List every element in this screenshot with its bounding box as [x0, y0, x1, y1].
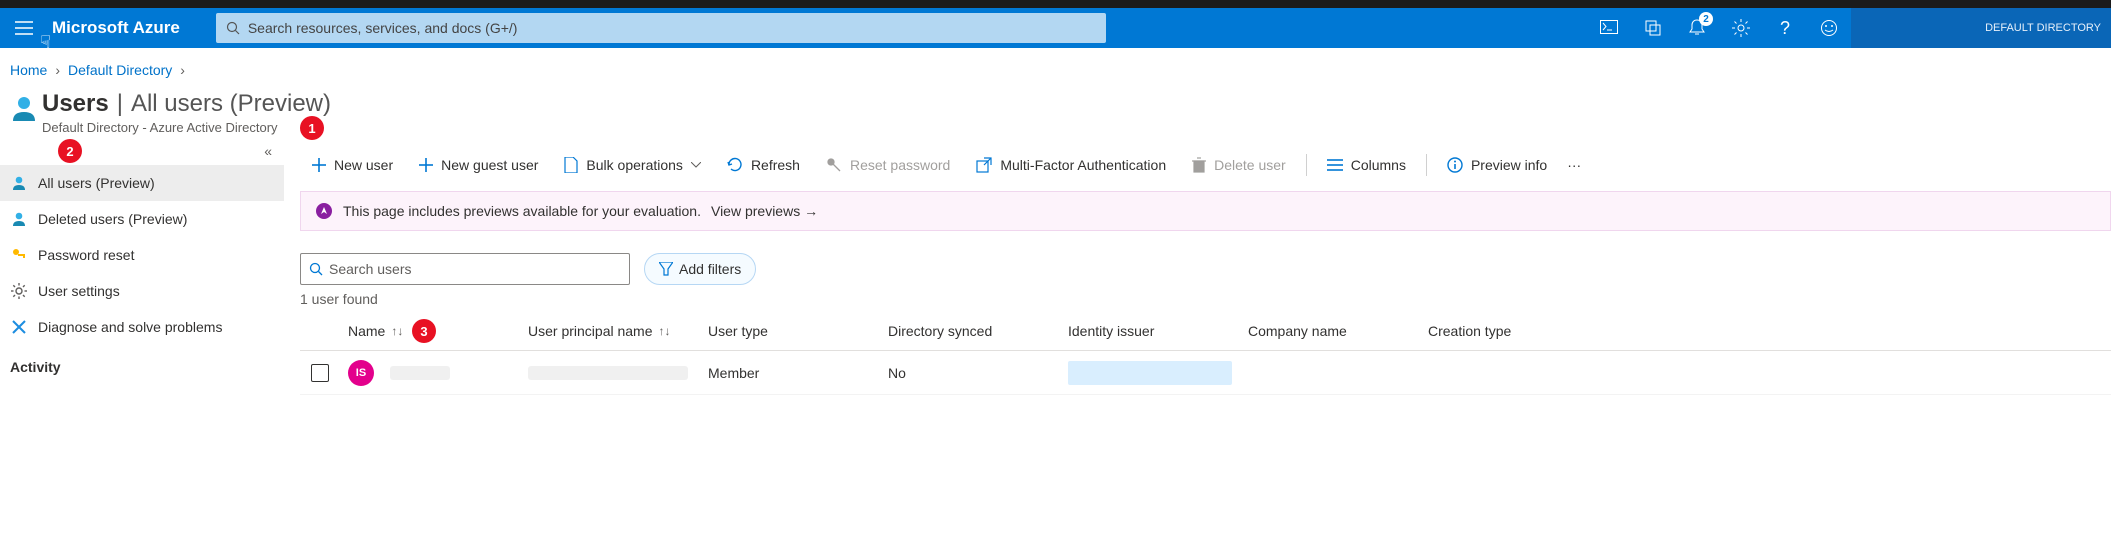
row-checkbox[interactable] [311, 364, 329, 382]
page-title-sep: | [117, 90, 123, 118]
rocket-icon [315, 202, 333, 220]
columns-icon [1327, 159, 1343, 171]
separator [1306, 154, 1307, 176]
new-user-button[interactable]: New user [300, 147, 405, 183]
sidebar-item-user-settings[interactable]: User settings [0, 273, 284, 309]
table-row[interactable]: IS Member No [300, 351, 2111, 395]
preview-banner: This page includes previews available fo… [300, 191, 2111, 231]
redacted-issuer [1068, 361, 1232, 385]
column-creation-type[interactable]: Creation type [1420, 323, 1580, 339]
chevron-right-icon: › [180, 62, 185, 78]
page-subtitle: Default Directory - Azure Active Directo… [42, 120, 331, 135]
feedback-icon[interactable] [1807, 8, 1851, 48]
sidebar-item-label: Password reset [38, 247, 134, 263]
mfa-button[interactable]: Multi-Factor Authentication [964, 147, 1178, 183]
cloud-shell-icon[interactable] [1587, 8, 1631, 48]
result-count: 1 user found [300, 291, 2111, 307]
collapse-sidebar[interactable]: « [264, 143, 272, 159]
hamburger-menu[interactable] [0, 8, 48, 48]
reset-password-button: Reset password [814, 147, 962, 183]
users-blade-icon [6, 90, 42, 122]
column-company-name[interactable]: Company name [1240, 323, 1420, 339]
notification-badge: 2 [1699, 12, 1713, 26]
view-previews-link[interactable]: View previews → [711, 203, 818, 219]
breadcrumb-directory[interactable]: Default Directory [68, 62, 172, 78]
add-filters-button[interactable]: Add filters [644, 253, 756, 285]
users-search-input[interactable] [329, 261, 621, 277]
column-user-type[interactable]: User type [700, 323, 880, 339]
directory-name: DEFAULT DIRECTORY [1985, 22, 2101, 34]
filter-icon [659, 262, 673, 276]
person-icon [10, 175, 28, 191]
account-control[interactable]: DEFAULT DIRECTORY [1851, 8, 2111, 48]
sort-icon: ↑↓ [659, 324, 671, 338]
callout-3: 3 [412, 319, 436, 343]
plus-icon [419, 158, 433, 172]
sidebar-item-password-reset[interactable]: Password reset [0, 237, 284, 273]
breadcrumb-home[interactable]: Home [10, 62, 47, 78]
trash-icon [1192, 157, 1206, 173]
info-icon [1447, 157, 1463, 173]
search-icon [226, 21, 240, 35]
sidebar-item-all-users[interactable]: All users (Preview) [0, 165, 284, 201]
column-upn[interactable]: User principal name↑↓ [520, 323, 700, 339]
page-title-rest: All users (Preview) [131, 90, 331, 118]
key-icon [10, 248, 28, 262]
users-search-box[interactable] [300, 253, 630, 285]
document-icon [564, 157, 578, 173]
plus-icon [312, 158, 326, 172]
bulk-operations-button[interactable]: Bulk operations [552, 147, 713, 183]
callout-1: 1 [300, 116, 324, 140]
column-directory-synced[interactable]: Directory synced [880, 323, 1060, 339]
sidebar-item-deleted-users[interactable]: Deleted users (Preview) [0, 201, 284, 237]
table-header: Name↑↓ User principal name↑↓ User type D… [300, 311, 2111, 351]
preview-info-button[interactable]: Preview info [1435, 147, 1559, 183]
columns-button[interactable]: Columns [1315, 147, 1418, 183]
delete-user-button: Delete user [1180, 147, 1298, 183]
cell-user-type: Member [708, 365, 759, 381]
avatar: IS [348, 360, 374, 386]
help-icon[interactable]: ? [1763, 8, 1807, 48]
global-search[interactable] [216, 13, 1106, 43]
redacted-name [390, 366, 450, 380]
banner-text: This page includes previews available fo… [343, 203, 701, 219]
external-link-icon [976, 157, 992, 173]
chevron-down-icon [691, 162, 701, 168]
callout-2: 2 [58, 139, 82, 163]
sort-icon: ↑↓ [391, 324, 403, 338]
more-button[interactable]: ··· [1561, 147, 1587, 183]
column-identity-issuer[interactable]: Identity issuer [1060, 323, 1240, 339]
new-guest-user-button[interactable]: New guest user [407, 147, 550, 183]
notifications-icon[interactable]: 2 [1675, 8, 1719, 48]
sidebar: « 2 All users (Preview) Deleted users (P… [0, 143, 284, 395]
diagnose-icon [10, 319, 28, 335]
search-icon [309, 262, 323, 276]
global-search-input[interactable] [248, 20, 1096, 36]
command-bar: New user New guest user Bulk operations … [300, 143, 2111, 187]
cell-directory-synced: No [888, 365, 906, 381]
azure-logo[interactable]: Microsoft Azure [48, 18, 190, 38]
sidebar-item-label: Deleted users (Preview) [38, 211, 187, 227]
chevron-right-icon: › [55, 62, 60, 78]
settings-icon[interactable] [1719, 8, 1763, 48]
sidebar-section-activity: Activity [0, 345, 284, 375]
key-icon [826, 157, 842, 173]
sidebar-item-diagnose[interactable]: Diagnose and solve problems [0, 309, 284, 345]
refresh-button[interactable]: Refresh [715, 147, 812, 183]
person-icon [10, 211, 28, 227]
sidebar-item-label: All users (Preview) [38, 175, 155, 191]
sidebar-item-label: User settings [38, 283, 120, 299]
sidebar-item-label: Diagnose and solve problems [38, 319, 222, 335]
directories-icon[interactable] [1631, 8, 1675, 48]
page-title-strong: Users [42, 90, 109, 118]
separator [1426, 154, 1427, 176]
azure-top-bar: ☟ Microsoft Azure 2 ? DEFAULT DIRECTORY [0, 8, 2111, 48]
gear-icon [10, 283, 28, 299]
refresh-icon [727, 157, 743, 173]
redacted-upn [528, 366, 688, 380]
breadcrumb: Home › Default Directory › [0, 48, 2111, 78]
